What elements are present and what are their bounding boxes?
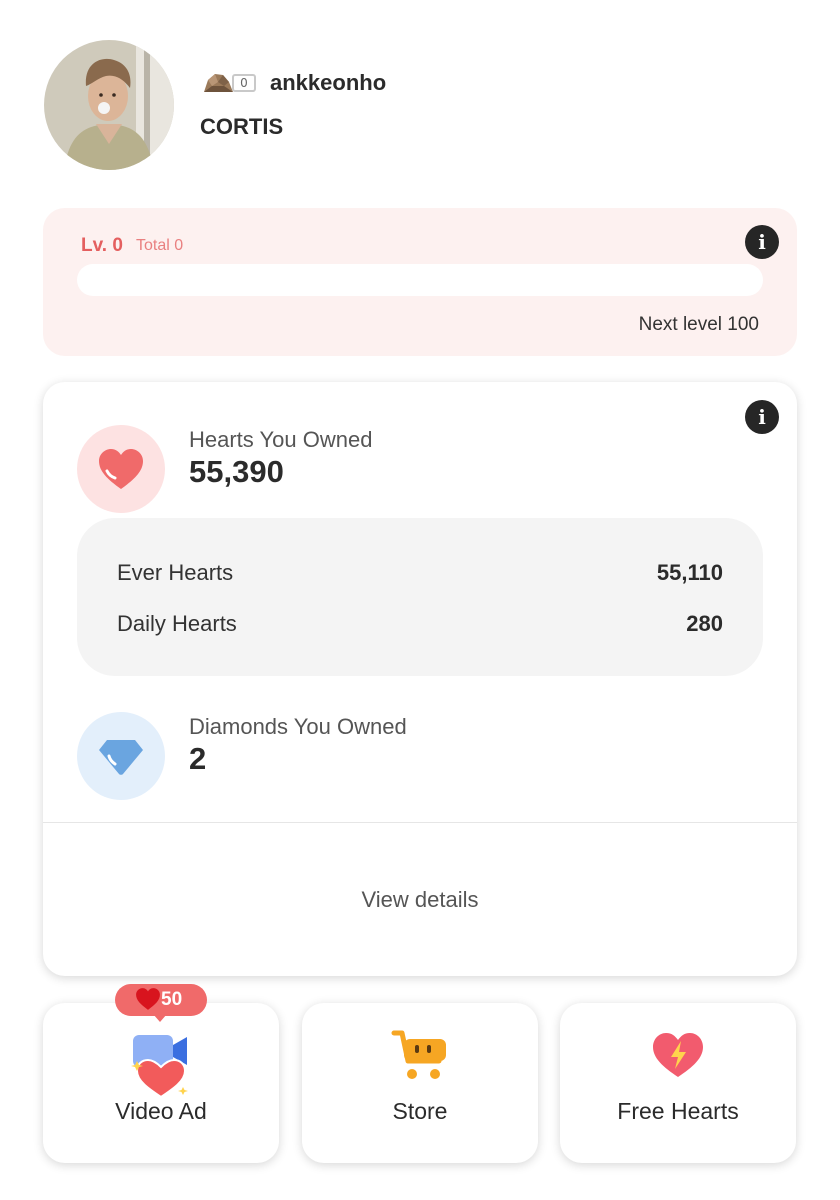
hearts-label: Hearts You Owned	[189, 427, 373, 452]
group-name: CORTIS	[200, 114, 284, 139]
ever-hearts-label: Ever Hearts	[117, 560, 234, 585]
wallet-card: i Hearts You Owned 55,390 Ever Hearts 55…	[43, 382, 797, 976]
heart-icon-circle	[77, 425, 165, 513]
hearts-breakdown: Ever Hearts 55,110 Daily Hearts 280	[77, 518, 763, 676]
view-details-button[interactable]: View details	[43, 823, 797, 976]
avatar[interactable]	[44, 40, 174, 170]
level-label: Lv. 0	[81, 235, 123, 256]
username: ankkeonho	[270, 70, 387, 95]
level-total: Total 0	[136, 237, 184, 254]
diamond-icon	[99, 740, 143, 775]
heart-icon	[136, 988, 160, 1010]
free-hearts-label: Free Hearts	[617, 1098, 739, 1124]
profile-header: 0 ankkeonho CORTIS	[44, 40, 804, 172]
rank-badge: 0	[202, 70, 258, 96]
breakdown-row: Ever Hearts 55,110	[117, 560, 723, 586]
lightning-heart-icon	[653, 1033, 703, 1077]
reward-badge: 50	[115, 984, 207, 1022]
diamonds-label: Diamonds You Owned	[189, 714, 407, 739]
daily-hearts-value: 280	[686, 611, 723, 636]
store-button[interactable]: Store	[302, 1003, 538, 1163]
level-card: Lv. 0 Total 0 i Next level 100	[43, 208, 797, 356]
level-progress-bar	[77, 264, 763, 296]
ever-hearts-value: 55,110	[656, 560, 723, 585]
level-info-icon[interactable]: i	[745, 225, 779, 259]
rank-indicator: 0 ankkeonho	[202, 70, 386, 96]
video-heart-icon	[131, 1035, 188, 1099]
free-hearts-button[interactable]: Free Hearts	[560, 1003, 796, 1163]
badge-tail	[153, 1014, 167, 1022]
wallet-info-icon[interactable]: i	[745, 400, 779, 434]
breakdown-row: Daily Hearts 280	[117, 611, 723, 637]
diamond-icon-circle	[77, 712, 165, 800]
video-ad-label: Video Ad	[115, 1098, 207, 1124]
hearts-value: 55,390	[189, 454, 284, 489]
next-level-text: Next level 100	[638, 314, 759, 335]
rock-icon	[204, 74, 233, 92]
store-label: Store	[392, 1098, 448, 1124]
rank-count: 0	[232, 74, 256, 92]
cart-icon	[391, 1030, 446, 1079]
heart-icon	[99, 449, 143, 489]
daily-hearts-label: Daily Hearts	[117, 611, 237, 636]
diamonds-value: 2	[189, 741, 207, 776]
reward-badge-count: 50	[161, 989, 183, 1010]
video-ad-button[interactable]: Video Ad	[43, 1003, 279, 1163]
